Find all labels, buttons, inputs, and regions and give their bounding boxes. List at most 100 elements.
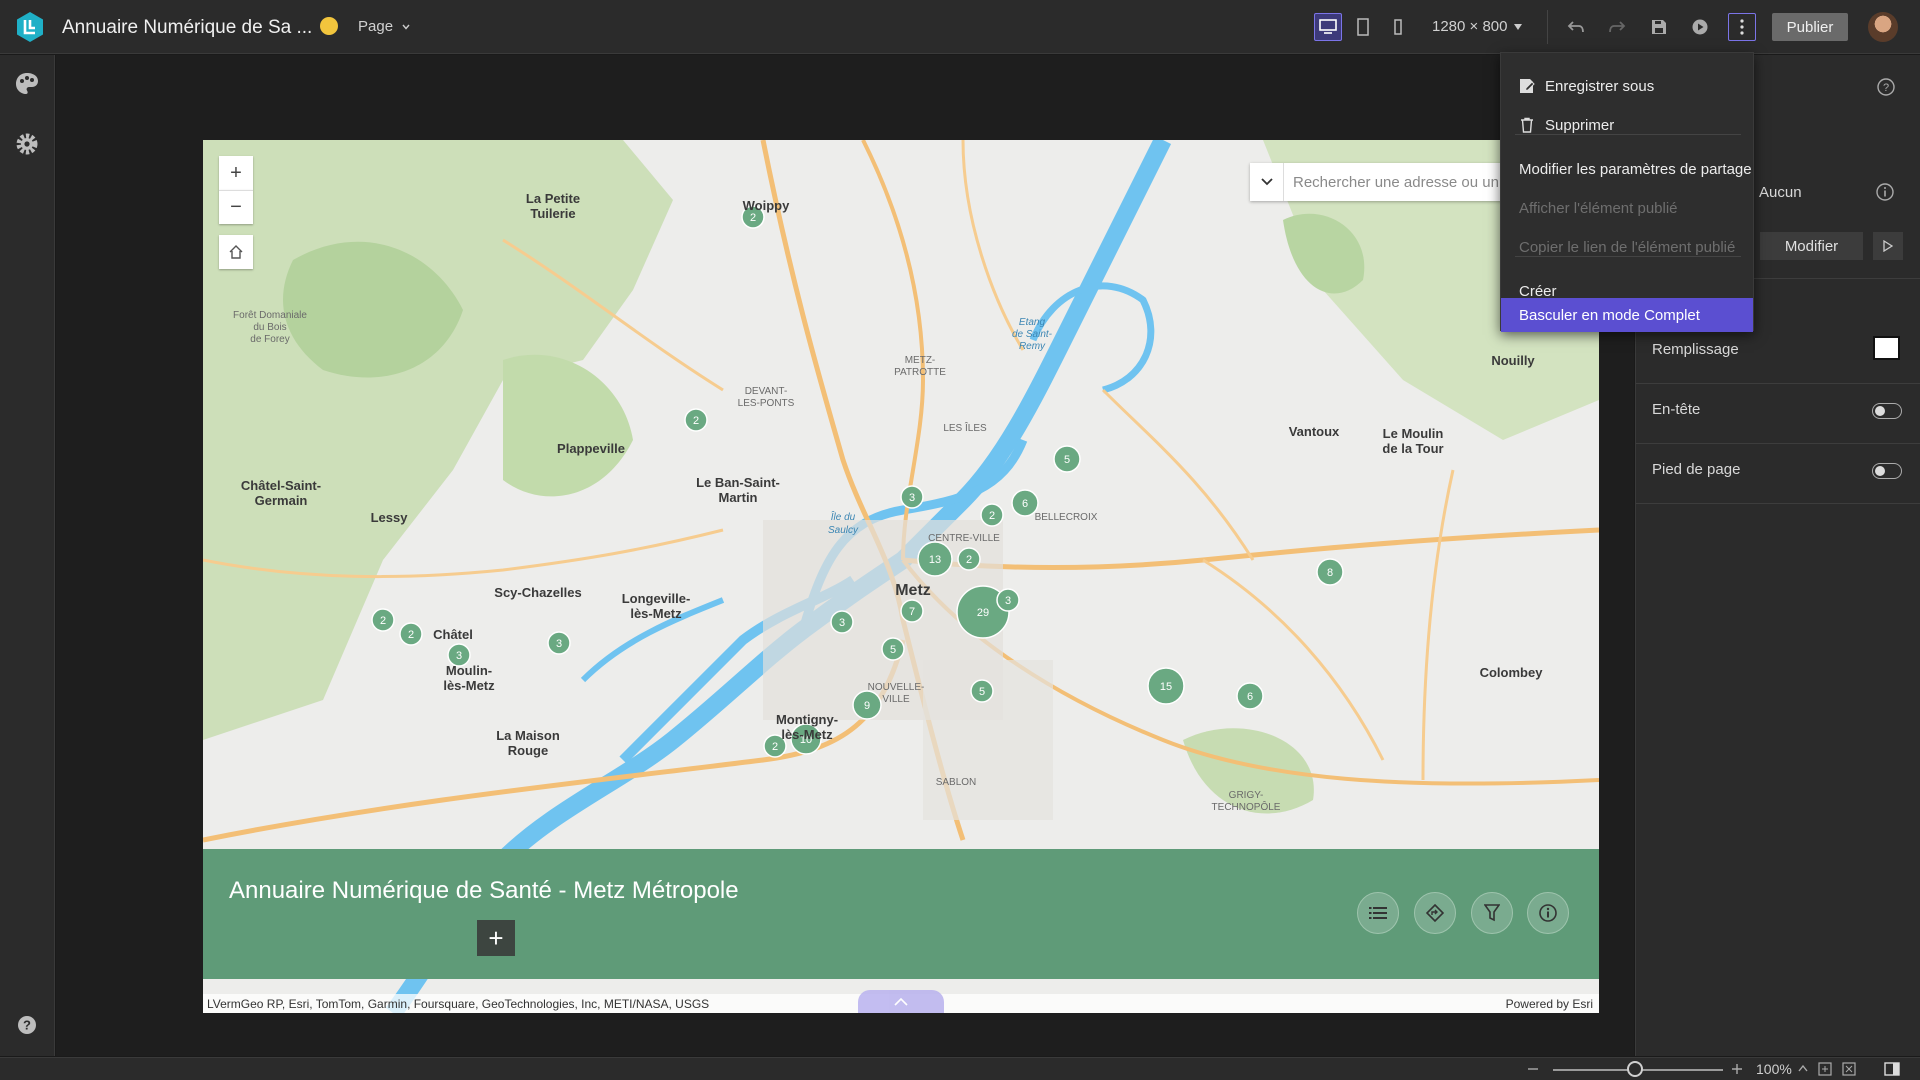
attribution-text[interactable]: LVermGeo RP, Esri, TomTom, Garmin, Fours…	[207, 997, 709, 1011]
list-button[interactable]	[1357, 892, 1399, 934]
toolbar-divider	[1547, 10, 1548, 44]
map-view[interactable]: 2222 3 3 3 13 2 29 7 3 5 9 10 2 5 15 6 8 6253 La Pet…	[203, 140, 1599, 1013]
app-title[interactable]: Annuaire Numérique de Sa ...	[62, 17, 312, 39]
svg-text:2: 2	[989, 510, 995, 522]
fit-to-window-icon[interactable]	[1818, 1062, 1832, 1076]
directions-icon	[1426, 904, 1444, 922]
chevron-up-icon[interactable]	[1798, 1064, 1808, 1072]
svg-text:2: 2	[693, 415, 699, 427]
panel-divider	[1636, 503, 1920, 504]
mobile-view-button[interactable]	[1384, 13, 1412, 41]
directions-button[interactable]	[1414, 892, 1456, 934]
modify-button[interactable]: Modifier	[1760, 232, 1863, 260]
svg-text:Woippy: Woippy	[743, 198, 790, 213]
toggle-panel-icon[interactable]	[1884, 1062, 1900, 1076]
play-outline-icon	[1883, 240, 1893, 252]
header-toggle-label: En-tête	[1652, 401, 1701, 418]
svg-text:3: 3	[1005, 595, 1011, 607]
svg-text:2: 2	[380, 615, 386, 627]
map-title: Annuaire Numérique de Santé - Metz Métro…	[229, 877, 739, 904]
zoom-in-icon[interactable]	[1731, 1063, 1743, 1075]
search-input[interactable]: Rechercher une adresse ou un l...	[1284, 174, 1519, 191]
desktop-icon	[1319, 19, 1337, 34]
info-icon[interactable]	[1876, 183, 1894, 201]
zoom-level[interactable]: 100%	[1756, 1061, 1792, 1077]
preview-small-button[interactable]	[1873, 232, 1903, 260]
user-avatar[interactable]	[1868, 12, 1898, 42]
chevron-up-icon	[894, 997, 908, 1006]
add-widget-button[interactable]: +	[477, 920, 515, 956]
svg-text:Germain: Germain	[255, 493, 308, 508]
svg-text:Etang: Etang	[1019, 317, 1046, 328]
redo-button[interactable]	[1603, 13, 1631, 41]
page-selector[interactable]: Page	[358, 18, 411, 35]
default-extent-button[interactable]	[219, 235, 253, 269]
svg-text:Montigny-: Montigny-	[776, 712, 838, 727]
svg-text:Longeville-: Longeville-	[622, 591, 691, 606]
status-bar: 100%	[0, 1057, 1920, 1080]
plus-icon: +	[488, 922, 504, 953]
resolution-label: 1280 × 800	[1432, 18, 1508, 35]
svg-text:Le Ban-Saint-: Le Ban-Saint-	[696, 475, 780, 490]
chevron-down-icon	[402, 24, 410, 30]
menu-item-copy-published-link: Copier le lien de l'élément publié	[1519, 238, 1736, 256]
zoom-out-button[interactable]: −	[219, 190, 253, 224]
svg-text:Martin: Martin	[719, 490, 758, 505]
preview-button[interactable]	[1686, 13, 1714, 41]
mobile-icon	[1394, 19, 1402, 35]
header-toggle[interactable]	[1872, 403, 1902, 419]
svg-text:Scy-Chazelles: Scy-Chazelles	[494, 585, 581, 600]
info-button[interactable]	[1527, 892, 1569, 934]
tablet-view-button[interactable]	[1349, 13, 1377, 41]
svg-text:LES-PONTS: LES-PONTS	[738, 398, 795, 409]
svg-text:5: 5	[890, 644, 896, 656]
more-options-button[interactable]	[1728, 13, 1756, 41]
undo-button[interactable]	[1562, 13, 1590, 41]
panel-divider	[1636, 443, 1920, 444]
fill-color-swatch[interactable]	[1873, 336, 1900, 360]
svg-text:9: 9	[864, 700, 870, 712]
svg-text:NOUVELLE-: NOUVELLE-	[868, 682, 925, 693]
fill-label: Remplissage	[1652, 341, 1739, 358]
gear-icon[interactable]	[14, 131, 40, 157]
palette-icon[interactable]	[14, 71, 40, 97]
footer-toggle[interactable]	[1872, 463, 1902, 479]
zoom-out-icon[interactable]	[1527, 1063, 1539, 1075]
theme-value: Aucun	[1759, 184, 1802, 201]
publish-button[interactable]: Publier	[1772, 13, 1848, 41]
powered-by-esri[interactable]: Powered by Esri	[1506, 997, 1593, 1011]
expand-panel-handle[interactable]	[858, 990, 944, 1013]
menu-item-switch-full-mode[interactable]: Basculer en mode Complet	[1501, 298, 1753, 332]
filter-icon	[1484, 904, 1500, 922]
filter-button[interactable]	[1471, 892, 1513, 934]
svg-text:2: 2	[966, 554, 972, 566]
svg-text:de Saint-: de Saint-	[1012, 329, 1053, 340]
menu-item-sharing-settings[interactable]: Modifier les paramètres de partage	[1501, 152, 1753, 186]
menu-item-label: Enregistrer sous	[1545, 77, 1655, 95]
desktop-view-button[interactable]	[1314, 13, 1342, 41]
resolution-selector[interactable]: 1280 × 800	[1432, 18, 1523, 35]
undo-icon	[1567, 21, 1584, 33]
svg-text:Metz: Metz	[895, 582, 931, 599]
play-icon	[1692, 19, 1708, 35]
zoom-in-button[interactable]: +	[219, 156, 253, 190]
help-icon[interactable]: ?	[17, 1015, 37, 1035]
svg-text:SABLON: SABLON	[936, 777, 977, 788]
svg-text:2: 2	[750, 212, 756, 224]
zoom-slider-handle[interactable]	[1627, 1061, 1643, 1077]
more-options-menu: Enregistrer sous Supprimer Modifier les …	[1500, 52, 1754, 332]
svg-text:La Maison: La Maison	[496, 728, 560, 743]
edit-title-icon[interactable]	[320, 17, 338, 35]
save-button[interactable]	[1645, 13, 1673, 41]
app-logo-icon[interactable]	[14, 11, 46, 43]
svg-text:?: ?	[1883, 82, 1889, 94]
actual-size-icon[interactable]	[1842, 1062, 1856, 1076]
menu-item-label: Supprimer	[1545, 116, 1615, 134]
menu-item-save-as[interactable]: Enregistrer sous	[1501, 69, 1753, 103]
search-source-dropdown[interactable]	[1250, 163, 1284, 201]
help-icon[interactable]: ?	[1877, 78, 1895, 96]
svg-text:Remy: Remy	[1019, 341, 1046, 352]
svg-text:8: 8	[1327, 567, 1333, 579]
menu-item-delete[interactable]: Supprimer	[1501, 108, 1753, 142]
menu-item-view-published: Afficher l'élément publié	[1519, 199, 1678, 217]
